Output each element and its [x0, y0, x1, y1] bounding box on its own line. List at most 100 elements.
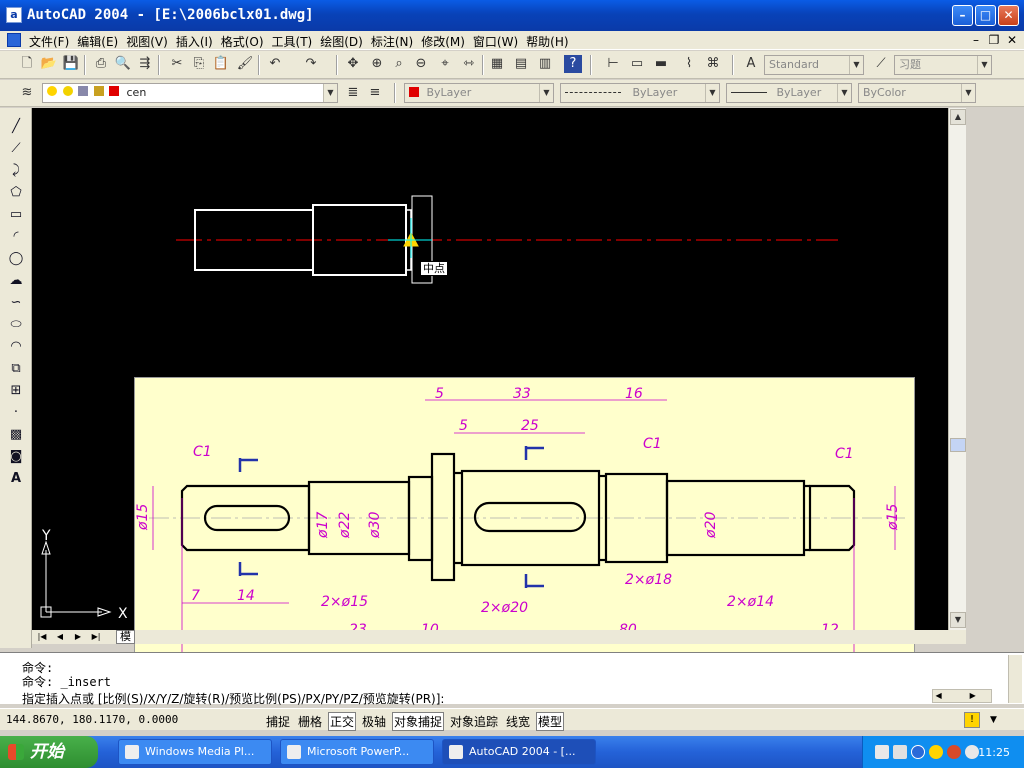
- status-mode-toggle[interactable]: 模型: [536, 712, 565, 731]
- dim-style-combo[interactable]: 习题 ▼: [894, 55, 992, 75]
- linetype-combo[interactable]: ByLayer ▼: [560, 83, 720, 103]
- plotstyle-combo[interactable]: ByColor ▼: [858, 83, 976, 103]
- menu-item[interactable]: 编辑(E): [77, 32, 126, 50]
- text-style-icon[interactable]: A: [742, 55, 760, 73]
- chevron-down-icon[interactable]: ▼: [849, 56, 863, 74]
- coordinates-readout[interactable]: 144.8670, 180.1170, 0.0000: [6, 713, 178, 726]
- distance-icon[interactable]: ⇿: [460, 55, 478, 73]
- start-button[interactable]: 开始: [0, 736, 98, 768]
- antivirus-icon[interactable]: [947, 745, 961, 759]
- spline-icon[interactable]: ∽: [7, 294, 25, 312]
- scroll-down-icon[interactable]: ▼: [950, 612, 966, 628]
- arc-icon[interactable]: ◜: [7, 228, 25, 246]
- make-object-layer-current-icon[interactable]: ≣: [344, 84, 362, 102]
- point-icon[interactable]: ·: [7, 404, 25, 422]
- dim-aligned-icon[interactable]: ▭: [628, 55, 646, 73]
- menu-item[interactable]: 帮助(H): [526, 32, 576, 50]
- taskbar-task-button[interactable]: AutoCAD 2004 - [...: [442, 739, 596, 765]
- line-icon[interactable]: ╱: [7, 118, 25, 136]
- design-center-icon[interactable]: ▤: [512, 55, 530, 73]
- autocad-app-icon[interactable]: a: [6, 7, 22, 23]
- first-tab-icon[interactable]: |◀: [36, 631, 48, 643]
- ellipse-arc-icon[interactable]: ◠: [7, 338, 25, 356]
- scroll-thumb[interactable]: [950, 438, 966, 452]
- chevron-down-icon[interactable]: ▼: [323, 84, 337, 102]
- chevron-down-icon[interactable]: ▼: [705, 84, 719, 102]
- undo-icon[interactable]: ↶: [266, 55, 284, 73]
- text-style-combo[interactable]: Standard ▼: [764, 55, 864, 75]
- open-icon[interactable]: 📂: [40, 55, 58, 73]
- circle-icon[interactable]: ◯: [7, 250, 25, 268]
- doc-close-button[interactable]: ✕: [1004, 32, 1020, 48]
- scroll-up-icon[interactable]: ▲: [950, 109, 966, 125]
- back-arrow-icon[interactable]: [911, 745, 925, 759]
- status-mode-toggle[interactable]: 线宽: [504, 712, 532, 731]
- chevron-down-icon[interactable]: ▼: [961, 84, 975, 102]
- rectangle-icon[interactable]: ▭: [7, 206, 25, 224]
- command-hscroll[interactable]: ◀ ▶: [932, 689, 992, 703]
- layer-manager-icon[interactable]: ≋: [18, 84, 36, 102]
- menu-item[interactable]: 插入(I): [176, 32, 221, 50]
- zoom-previous-icon[interactable]: ⊖: [412, 55, 430, 73]
- new-icon[interactable]: 🗋: [18, 55, 36, 73]
- status-mode-toggle[interactable]: 极轴: [360, 712, 388, 731]
- status-mode-toggle[interactable]: 栅格: [296, 712, 324, 731]
- polyline-icon[interactable]: ⤸: [7, 162, 25, 180]
- maximize-button[interactable]: □: [975, 5, 996, 26]
- dim-edit-icon[interactable]: ⌇: [680, 55, 698, 73]
- multiline-text-icon[interactable]: A: [7, 470, 25, 488]
- menu-item[interactable]: 绘图(D): [320, 32, 371, 50]
- dim-update-icon[interactable]: ⌘: [704, 55, 722, 73]
- network-icon[interactable]: [893, 745, 907, 759]
- chevron-down-icon[interactable]: ▼: [539, 84, 553, 102]
- speaker-icon[interactable]: [929, 745, 943, 759]
- status-mode-toggle[interactable]: 正交: [328, 712, 357, 731]
- match-properties-icon[interactable]: 🖌: [236, 55, 254, 73]
- help-icon[interactable]: ?: [564, 55, 582, 73]
- taskbar-task-button[interactable]: Microsoft PowerP...: [280, 739, 434, 765]
- print-icon[interactable]: ⎙: [92, 55, 110, 73]
- color-combo[interactable]: ByLayer ▼: [404, 83, 554, 103]
- save-icon[interactable]: 💾: [62, 55, 80, 73]
- pen-icon[interactable]: [965, 745, 979, 759]
- dim-linear-icon[interactable]: ⊢: [604, 55, 622, 73]
- last-tab-icon[interactable]: ▶|: [90, 631, 102, 643]
- close-button[interactable]: ✕: [998, 5, 1019, 26]
- copy-icon[interactable]: ⎘: [190, 55, 208, 73]
- properties-icon[interactable]: ▦: [488, 55, 506, 73]
- doc-minimize-button[interactable]: –: [968, 32, 984, 48]
- polygon-icon[interactable]: ⬠: [7, 184, 25, 202]
- hatch-icon[interactable]: ▩: [7, 426, 25, 444]
- keyboard-icon[interactable]: [875, 745, 889, 759]
- prev-tab-icon[interactable]: ◀: [54, 631, 66, 643]
- redo-icon[interactable]: ↷: [302, 55, 320, 73]
- ellipse-icon[interactable]: ⬭: [7, 316, 25, 334]
- menu-item[interactable]: 工具(T): [272, 32, 321, 50]
- publish-icon[interactable]: ⇶: [136, 55, 154, 73]
- next-tab-icon[interactable]: ▶: [72, 631, 84, 643]
- tool-palettes-icon[interactable]: ▥: [536, 55, 554, 73]
- revision-cloud-icon[interactable]: ☁: [7, 272, 25, 290]
- command-vscroll[interactable]: [1008, 655, 1022, 703]
- comm-center-icon[interactable]: !: [964, 712, 980, 728]
- menu-item[interactable]: 修改(M): [421, 32, 473, 50]
- chevron-down-icon[interactable]: ▼: [837, 84, 851, 102]
- menu-item[interactable]: 窗口(W): [473, 32, 526, 50]
- zoom-extents-icon[interactable]: ⌖: [436, 55, 454, 73]
- status-mode-toggle[interactable]: 对象捕捉: [392, 712, 445, 731]
- menu-item[interactable]: 格式(O): [221, 32, 272, 50]
- print-preview-icon[interactable]: 🔍: [114, 55, 132, 73]
- dim-style-icon[interactable]: ⟋: [872, 55, 890, 73]
- insert-block-icon[interactable]: ⧉: [7, 360, 25, 378]
- chevron-down-icon[interactable]: ▼: [977, 56, 991, 74]
- dim-baseline-icon[interactable]: ▬: [652, 55, 670, 73]
- region-icon[interactable]: ◙: [7, 448, 25, 466]
- zoom-realtime-icon[interactable]: ⊕: [368, 55, 386, 73]
- menu-item[interactable]: 视图(V): [126, 32, 176, 50]
- construction-line-icon[interactable]: ⟋: [7, 140, 25, 158]
- paste-icon[interactable]: 📋: [212, 55, 230, 73]
- status-mode-toggle[interactable]: 捕捉: [264, 712, 292, 731]
- vertical-scrollbar[interactable]: ▲ ▼: [948, 108, 966, 630]
- cut-icon[interactable]: ✂: [168, 55, 186, 73]
- minimize-button[interactable]: –: [952, 5, 973, 26]
